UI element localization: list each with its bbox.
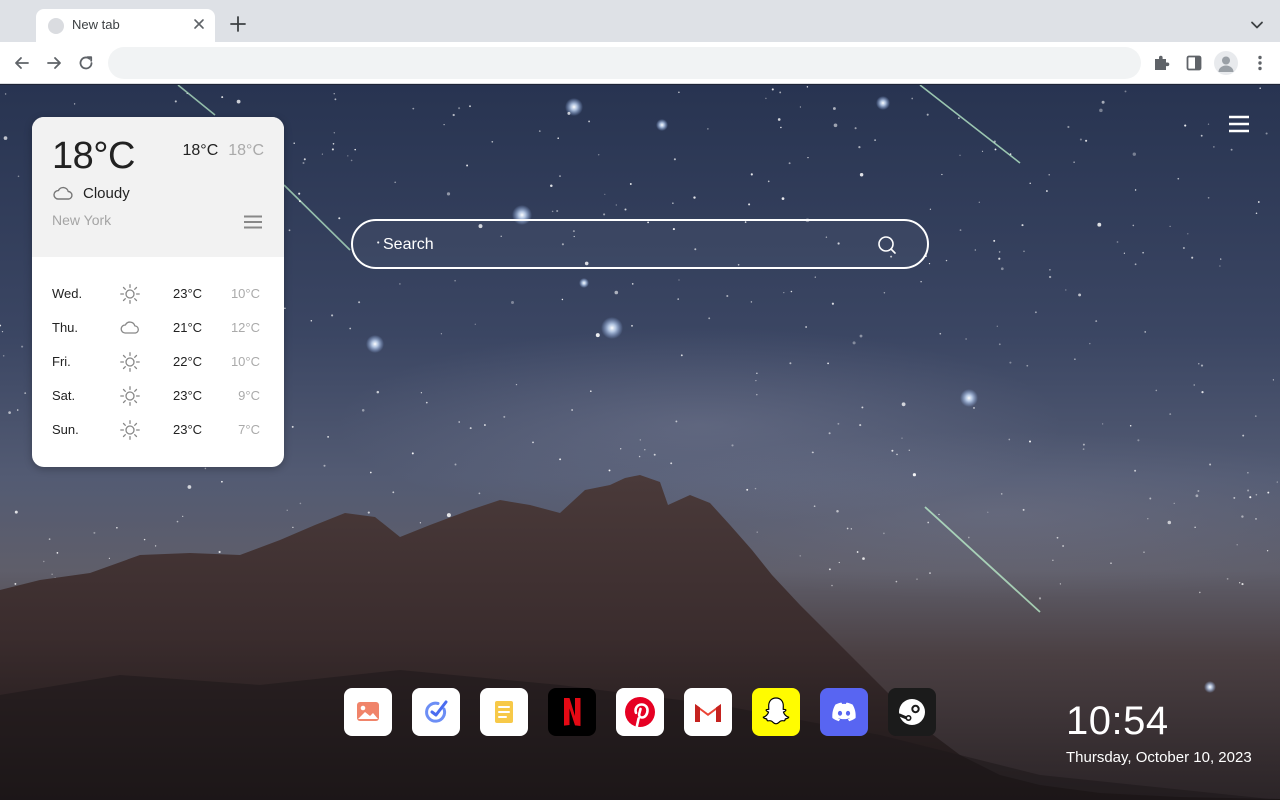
sun-icon [119,385,141,407]
search-input[interactable] [383,233,863,257]
task-check-icon [425,700,448,723]
steam-icon [898,699,925,725]
new-tab-page: 18°C 18°C 18°C Cloudy New York Wed. 23°C 10… [0,85,1280,800]
forecast-low: 12°C [230,320,260,335]
pinterest-icon [625,697,655,728]
forecast-low: 10°C [230,286,260,301]
current-temperature: 18°C [52,135,135,177]
snapchat-icon [762,697,790,725]
forecast-high: 21°C [173,320,203,335]
tab-favicon-icon [48,18,64,34]
arrow-left-icon[interactable] [12,53,32,73]
sun-icon [119,283,141,305]
notes-icon [495,701,513,723]
hamburger-menu-icon[interactable] [244,215,262,229]
profile-avatar-icon[interactable] [1214,51,1238,75]
clock-time: 10:54 [1066,699,1169,743]
forecast-low: 10°C [230,354,260,369]
forecast-high: 23°C [173,286,203,301]
dock-snapchat[interactable] [752,688,800,736]
weather-current: 18°C 18°C 18°C Cloudy New York [32,117,284,257]
forecast-day: Fri. [52,354,71,369]
puzzle-icon[interactable] [1152,53,1172,73]
today-high: 18°C [182,142,219,159]
forecast-row: Wed. 23°C 10°C [32,277,284,311]
forecast-row: Thu. 21°C 12°C [32,311,284,345]
clock-date: Thursday, October 10, 2023 [1066,749,1252,766]
dock-notes[interactable] [480,688,528,736]
weather-widget[interactable]: 18°C 18°C 18°C Cloudy New York Wed. 23°C 10… [32,117,284,467]
tab-strip: New tab [0,0,1280,42]
tab-new-tab[interactable]: New tab [36,9,215,42]
browser-toolbar [0,42,1280,84]
dock-steam[interactable] [888,688,936,736]
dock-discord[interactable] [820,688,868,736]
dock-tasks[interactable] [412,688,460,736]
forecast-low: 7°C [238,422,260,437]
discord-icon [832,702,856,722]
tab-title: New tab [72,17,120,32]
search-bar[interactable] [351,219,929,269]
netflix-icon [564,698,581,726]
sun-icon [119,419,141,441]
today-low: 18°C [228,142,264,159]
forecast-day: Sun. [52,422,79,437]
forecast-row: Sat. 23°C 9°C [32,379,284,413]
search-icon[interactable] [877,235,897,255]
close-icon[interactable] [192,17,206,31]
new-tab-plus-icon[interactable] [229,15,247,33]
gallery-icon [357,702,379,721]
cloud-icon [119,317,141,339]
forecast-high: 23°C [173,422,203,437]
forecast-high: 23°C [173,388,203,403]
forecast-row: Fri. 22°C 10°C [32,345,284,379]
forecast-row: Sun. 23°C 7°C [32,413,284,447]
dock-pinterest[interactable] [616,688,664,736]
gmail-icon [695,704,721,722]
reload-icon[interactable] [76,53,96,73]
dock-netflix[interactable] [548,688,596,736]
weather-condition: Cloudy [83,185,130,202]
dock-gmail[interactable] [684,688,732,736]
hamburger-menu-icon[interactable] [1229,115,1249,133]
weather-city: New York [52,212,112,228]
kebab-menu-icon[interactable] [1250,53,1270,73]
cloud-icon [53,186,73,200]
arrow-right-icon[interactable] [44,53,64,73]
forecast-high: 22°C [173,354,203,369]
address-bar[interactable] [108,47,1141,79]
side-panel-icon[interactable] [1184,53,1204,73]
forecast-day: Thu. [52,320,79,335]
forecast-low: 9°C [238,388,260,403]
forecast-day: Sat. [52,388,76,403]
sun-icon [119,351,141,373]
chevron-down-icon[interactable] [1248,16,1266,34]
forecast-day: Wed. [52,286,83,301]
dock-gallery[interactable] [344,688,392,736]
today-high-low: 18°C 18°C [183,142,265,160]
